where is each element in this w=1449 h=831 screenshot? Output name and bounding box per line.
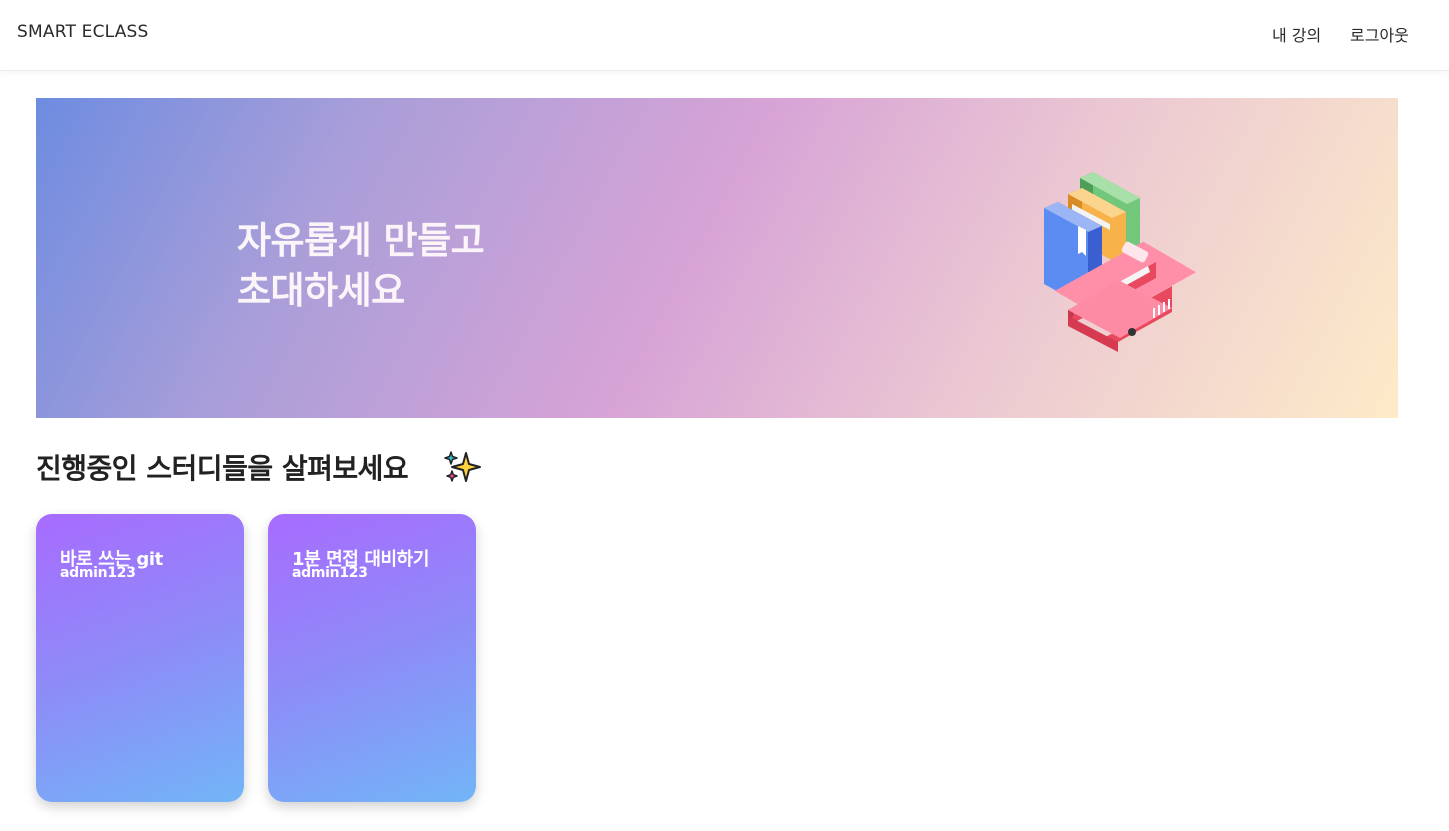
- logout-link[interactable]: 로그아웃: [1350, 22, 1409, 46]
- study-card-author: admin123: [292, 565, 368, 581]
- brand-logo-link[interactable]: SMART ECLASS: [17, 22, 149, 42]
- studies-section-title: 진행중인 스터디들을 살펴보세요: [36, 452, 409, 485]
- sparkle-icon: [444, 451, 481, 482]
- my-courses-link[interactable]: 내 강의: [1272, 22, 1321, 46]
- top-navbar: SMART ECLASS 내 강의 로그아웃: [0, 0, 1449, 71]
- study-card[interactable]: 바로 쓰는 git admin123: [36, 514, 244, 802]
- hero-headline-line1: 자유롭게 만들고: [237, 219, 485, 262]
- books-icon: [1044, 172, 1196, 352]
- study-card-author: admin123: [60, 565, 136, 581]
- study-card[interactable]: 1분 면접 대비하기 admin123: [268, 514, 476, 802]
- hero-headline-line2: 초대하세요: [237, 269, 405, 312]
- hero-banner: 자유롭게 만들고 초대하세요: [36, 98, 1398, 418]
